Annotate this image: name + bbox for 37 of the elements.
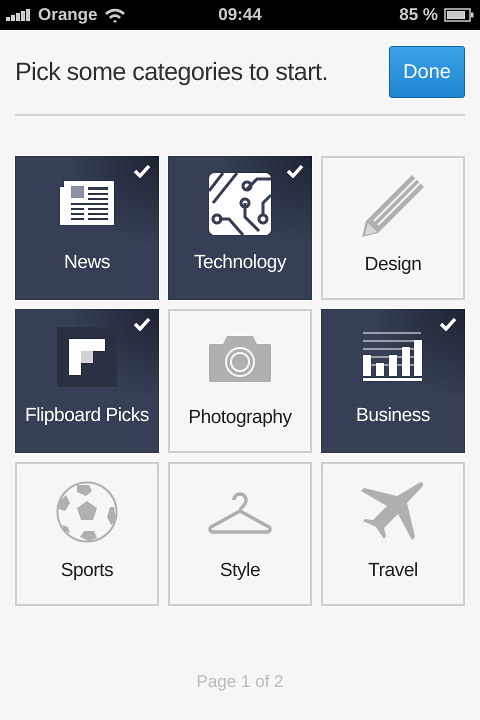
logo-icon (57, 327, 117, 387)
category-tile[interactable]: Sports (15, 462, 159, 606)
category-label: Technology (194, 252, 286, 274)
checkmark-icon (439, 317, 457, 331)
category-tile[interactable]: News (15, 156, 159, 300)
category-label: Business (356, 405, 430, 427)
category-label: News (64, 252, 110, 274)
category-tile[interactable]: Flipboard Picks (15, 309, 159, 453)
category-label: Travel (368, 560, 418, 582)
airplane-icon (361, 481, 425, 543)
signal-icon (6, 9, 32, 21)
clock-time: 09:44 (217, 5, 263, 25)
bar-chart-icon (363, 332, 423, 382)
category-tile[interactable]: Design (321, 156, 465, 300)
soccer-ball-icon (56, 481, 118, 543)
checkmark-icon (133, 164, 151, 178)
pencil-icon (360, 173, 426, 239)
checkmark-icon (133, 317, 151, 331)
page-indicator: Page 1 of 2 (196, 672, 284, 691)
category-tile[interactable]: Technology (168, 156, 312, 300)
category-tile[interactable]: Business (321, 309, 465, 453)
camera-icon (209, 336, 271, 382)
category-tile[interactable]: Photography (168, 309, 312, 453)
battery-icon (444, 8, 474, 22)
category-label: Style (220, 560, 260, 582)
category-label: Design (364, 254, 422, 276)
category-label: Sports (60, 560, 114, 582)
category-label: Photography (188, 407, 292, 429)
page-title: Pick some categories to start. (15, 58, 328, 86)
carrier-name: Orange (38, 5, 98, 25)
category-label: Flipboard Picks (25, 405, 149, 427)
circuit-icon (209, 173, 271, 235)
category-tile[interactable]: Style (168, 462, 312, 606)
battery-percent: 85 % (399, 5, 438, 25)
category-tile[interactable]: Travel (321, 462, 465, 606)
checkmark-icon (286, 164, 304, 178)
wifi-icon (104, 7, 126, 23)
